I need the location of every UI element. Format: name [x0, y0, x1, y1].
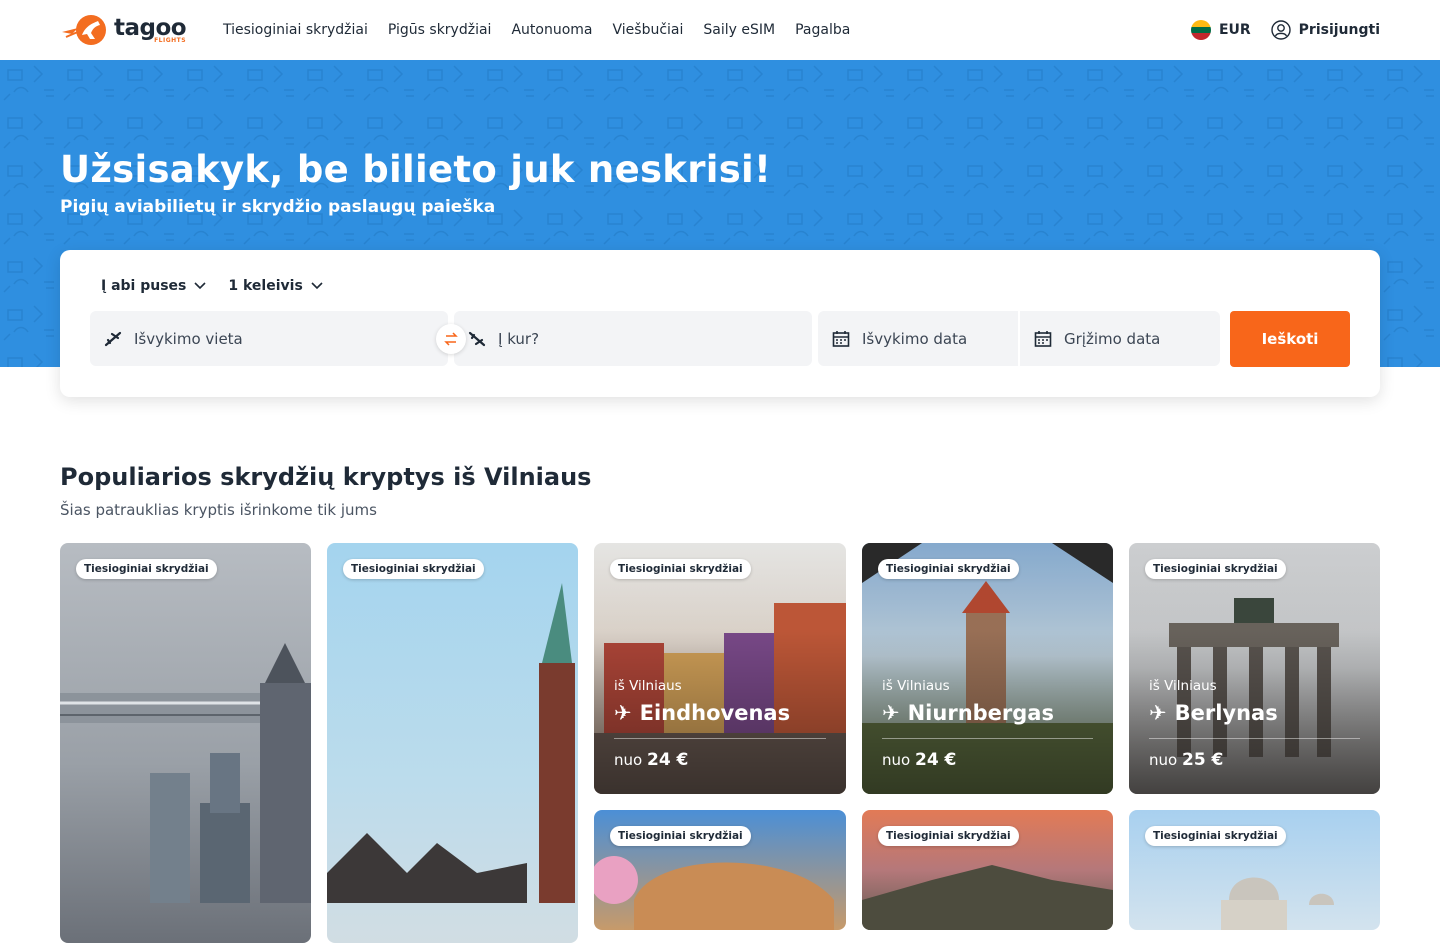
direct-flights-badge: Tiesioginiai skrydžiai	[1145, 826, 1286, 846]
trip-type-dropdown[interactable]: Į abi puses	[101, 278, 206, 294]
frankfurt-cathedral-image	[327, 583, 575, 903]
login-label: Prisijungti	[1298, 22, 1380, 38]
departure-placeholder: Išvykimo data	[862, 329, 968, 348]
card-price-prefix: nuo	[1149, 751, 1178, 769]
currency-label: EUR	[1218, 22, 1251, 38]
kangaroo-logo-icon	[60, 13, 110, 47]
card-city-name: ✈ Berlynas	[1149, 701, 1278, 725]
destination-card-mountains[interactable]: Tiesioginiai skrydžiai	[862, 810, 1113, 930]
card-city-label: Niurnbergas	[907, 701, 1054, 725]
nav-direct-flights[interactable]: Tiesioginiai skrydžiai	[223, 22, 368, 38]
direct-flights-badge: Tiesioginiai skrydžiai	[610, 559, 751, 579]
direct-flights-badge: Tiesioginiai skrydžiai	[610, 826, 751, 846]
destination-card-berlin[interactable]: Tiesioginiai skrydžiai iš Vilniaus ✈ Berl…	[1129, 543, 1380, 794]
nav-help[interactable]: Pagalba	[795, 22, 850, 38]
tagoo-logo[interactable]: tagoo FLIGHTS	[60, 10, 187, 50]
nav-car-rental[interactable]: Autonuoma	[511, 22, 592, 38]
section-subtitle: Šias patrauklias kryptis išrinkome tik j…	[60, 501, 377, 519]
origin-placeholder: Išvykimo vieta	[134, 329, 243, 348]
hero-title: Užsisakyk, be bilieto juk neskrisi!	[60, 148, 772, 191]
card-divider	[1149, 738, 1360, 739]
card-origin-label: iš Vilniaus	[882, 678, 950, 694]
tower-bridge-image	[60, 643, 311, 903]
card-price-value: 24 €	[646, 750, 689, 770]
card-price-value: 25 €	[1181, 750, 1224, 770]
card-price: nuo 25 €	[1149, 750, 1223, 770]
calendar-icon	[832, 330, 850, 347]
card-divider	[614, 738, 826, 739]
card-city-name: ✈ Niurnbergas	[882, 701, 1054, 725]
search-button[interactable]: Ieškoti	[1230, 311, 1350, 367]
return-date-input[interactable]: Grįžimo data	[1020, 311, 1220, 366]
return-placeholder: Grįžimo data	[1064, 329, 1161, 348]
login-button[interactable]: Prisijungti	[1270, 20, 1380, 40]
origin-input[interactable]: Išvykimo vieta	[90, 311, 448, 366]
swap-arrows-icon	[444, 332, 458, 346]
lithuania-flag-icon	[1190, 20, 1211, 40]
calendar-icon	[1034, 330, 1052, 347]
plane-icon: ✈	[1149, 701, 1167, 725]
destination-card-frankfurt[interactable]: Tiesioginiai skrydžiai	[327, 543, 578, 943]
card-city-name: ✈ Eindhovenas	[614, 701, 790, 725]
card-divider	[882, 738, 1093, 739]
card-city-label: Eindhovenas	[639, 701, 791, 725]
direct-flights-badge: Tiesioginiai skrydžiai	[878, 826, 1019, 846]
nav-saily-esim[interactable]: Saily eSIM	[703, 22, 775, 38]
main-nav: Tiesioginiai skrydžiai Pigūs skrydžiai A…	[223, 22, 870, 38]
destination-input[interactable]: Į kur?	[454, 311, 812, 366]
flight-search-form: Į abi puses 1 keleivis Išvykimo vieta Į …	[60, 250, 1380, 397]
plane-icon: ✈	[882, 701, 900, 725]
passengers-dropdown[interactable]: 1 keleivis	[228, 278, 323, 294]
nav-hotels[interactable]: Viešbučiai	[613, 22, 684, 38]
direct-flights-badge: Tiesioginiai skrydžiai	[76, 559, 217, 579]
direct-flights-badge: Tiesioginiai skrydžiai	[343, 559, 484, 579]
user-icon	[1270, 20, 1291, 40]
direct-flights-badge: Tiesioginiai skrydžiai	[878, 559, 1019, 579]
hero-subtitle: Pigių aviabilietų ir skrydžio paslaugų p…	[60, 197, 496, 217]
card-price-prefix: nuo	[882, 751, 911, 769]
card-origin-label: iš Vilniaus	[1149, 678, 1217, 694]
trip-type-label: Į abi puses	[101, 278, 187, 294]
card-price-prefix: nuo	[614, 751, 643, 769]
swap-locations-button[interactable]	[436, 324, 466, 354]
departure-date-input[interactable]: Išvykimo data	[818, 311, 1018, 366]
nav-cheap-flights[interactable]: Pigūs skrydžiai	[388, 22, 492, 38]
card-price-value: 24 €	[914, 750, 957, 770]
destination-card-eindhoven[interactable]: Tiesioginiai skrydžiai iš Vilniaus ✈ Eind…	[594, 543, 846, 794]
currency-selector[interactable]: EUR	[1190, 20, 1251, 40]
section-title: Populiarios skrydžių kryptys iš Vilniaus	[60, 463, 592, 491]
destination-card-nuremberg[interactable]: Tiesioginiai skrydžiai iš Vilniaus ✈ Niur…	[862, 543, 1113, 794]
destination-card-venice[interactable]: Tiesioginiai skrydžiai	[1129, 810, 1380, 930]
passengers-label: 1 keleivis	[228, 278, 303, 294]
card-price: nuo 24 €	[882, 750, 956, 770]
card-origin-label: iš Vilniaus	[614, 678, 682, 694]
site-header: tagoo FLIGHTS Tiesioginiai skrydžiai Pig…	[0, 0, 1440, 60]
destination-placeholder: Į kur?	[498, 329, 540, 348]
logo-subtitle: FLIGHTS	[154, 36, 187, 44]
chevron-down-icon	[194, 282, 206, 290]
destination-card-london[interactable]: Tiesioginiai skrydžiai	[60, 543, 311, 943]
card-city-label: Berlynas	[1174, 701, 1278, 725]
plane-landing-icon	[468, 331, 486, 346]
card-price: nuo 24 €	[614, 750, 688, 770]
plane-icon: ✈	[614, 701, 632, 725]
plane-takeoff-icon	[104, 331, 122, 346]
chevron-down-icon	[311, 282, 323, 290]
destination-card-rome[interactable]: Tiesioginiai skrydžiai	[594, 810, 846, 930]
direct-flights-badge: Tiesioginiai skrydžiai	[1145, 559, 1286, 579]
